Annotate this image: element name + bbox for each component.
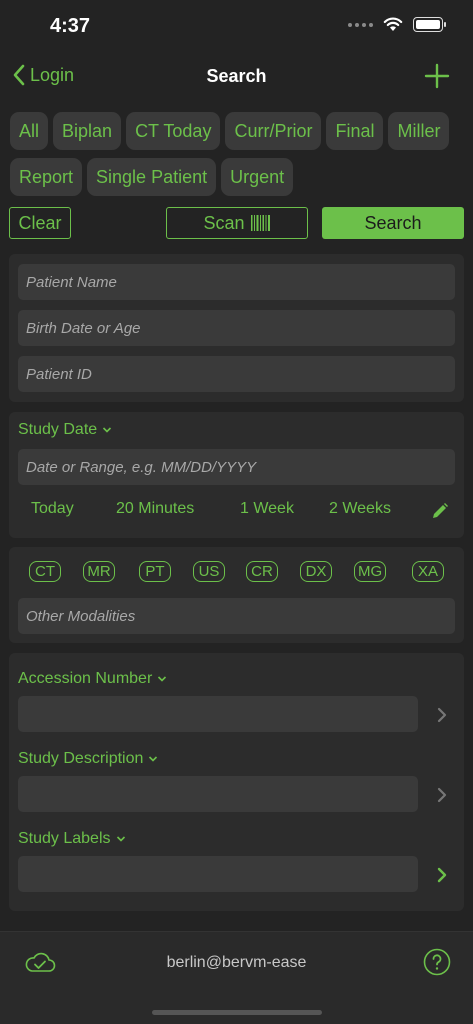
study-date-input[interactable]: Date or Range, e.g. MM/DD/YYYY [18, 449, 455, 485]
modality-mr[interactable]: MR [83, 561, 115, 582]
accession-number-dropdown[interactable]: Accession Number [18, 670, 167, 688]
scan-button[interactable]: Scan [166, 207, 308, 239]
filter-chips-row-2: Report Single Patient Urgent [10, 158, 294, 196]
filter-chip-single-patient[interactable]: Single Patient [87, 158, 217, 196]
barcode-icon [250, 215, 270, 231]
accession-number-input[interactable] [18, 696, 418, 732]
filter-chip-biplan[interactable]: Biplan [53, 112, 122, 150]
study-labels-dropdown[interactable]: Study Labels [18, 830, 126, 848]
other-modalities-input[interactable]: Other Modalities [18, 598, 455, 634]
chevron-right-icon[interactable] [435, 706, 449, 724]
chevron-right-icon[interactable] [435, 866, 449, 884]
chevron-right-icon[interactable] [435, 786, 449, 804]
filter-chip-urgent[interactable]: Urgent [221, 158, 294, 196]
filter-chips-row-1: All Biplan CT Today Curr/Prior Final Mil… [10, 112, 450, 150]
chevron-down-icon [158, 676, 167, 682]
bottom-bar: berlin@bervm-ease [0, 931, 473, 1024]
study-date-panel: Study Date Date or Range, e.g. MM/DD/YYY… [9, 412, 464, 538]
search-button[interactable]: Search [322, 207, 464, 239]
study-labels-input[interactable] [18, 856, 418, 892]
action-row: Clear Scan Search [9, 207, 464, 239]
modality-row: CT MR PT US CR DX MG XA [9, 561, 464, 583]
home-indicator [152, 1010, 322, 1015]
chevron-down-icon [116, 836, 125, 842]
modality-cr[interactable]: CR [246, 561, 278, 582]
status-icons [348, 17, 446, 32]
patient-name-input[interactable]: Patient Name [18, 264, 455, 300]
filter-chip-final[interactable]: Final [326, 112, 384, 150]
birth-date-input[interactable]: Birth Date or Age [18, 310, 455, 346]
filter-chip-report[interactable]: Report [10, 158, 83, 196]
details-panel: Accession Number Study Description Study… [9, 653, 464, 911]
user-account-label: berlin@bervm-ease [166, 954, 307, 971]
modality-mg[interactable]: MG [354, 561, 387, 582]
study-date-label: Study Date [18, 421, 98, 438]
modality-ct[interactable]: CT [29, 561, 61, 582]
navigation-bar: Login Search [0, 56, 473, 100]
study-labels-label: Study Labels [18, 830, 111, 847]
modality-us[interactable]: US [193, 561, 225, 582]
study-date-dropdown[interactable]: Study Date [18, 421, 112, 439]
chevron-down-icon [103, 427, 112, 433]
status-time: 4:37 [50, 15, 91, 37]
study-description-input[interactable] [18, 776, 418, 812]
modality-dx[interactable]: DX [300, 561, 332, 582]
filter-chip-all[interactable]: All [10, 112, 49, 150]
modality-xa[interactable]: XA [412, 561, 444, 582]
quick-date-today[interactable]: Today [31, 500, 74, 518]
quick-date-2-weeks[interactable]: 2 Weeks [329, 500, 391, 518]
filter-chip-ct-today[interactable]: CT Today [126, 112, 221, 150]
patient-panel: Patient Name Birth Date or Age Patient I… [9, 254, 464, 402]
help-icon[interactable] [423, 948, 451, 976]
quick-date-20-minutes[interactable]: 20 Minutes [116, 500, 194, 518]
patient-id-input[interactable]: Patient ID [18, 356, 455, 392]
status-bar: 4:37 [0, 0, 473, 52]
page-title: Search [206, 66, 267, 86]
scan-label: Scan [203, 212, 245, 233]
battery-icon [413, 17, 446, 32]
filter-chip-miller[interactable]: Miller [388, 112, 450, 150]
study-description-label: Study Description [18, 750, 144, 767]
filter-chip-curr-prior[interactable]: Curr/Prior [225, 112, 322, 150]
clear-button[interactable]: Clear [9, 207, 71, 239]
study-description-dropdown[interactable]: Study Description [18, 750, 158, 768]
quick-date-1-week[interactable]: 1 Week [240, 500, 294, 518]
quick-date-row: Today 20 Minutes 1 Week 2 Weeks [9, 500, 464, 524]
pencil-icon[interactable] [431, 502, 449, 520]
modality-pt[interactable]: PT [139, 561, 171, 582]
signal-icon [348, 22, 373, 27]
wifi-icon [383, 17, 403, 31]
modalities-panel: CT MR PT US CR DX MG XA Other Modalities [9, 547, 464, 643]
accession-number-label: Accession Number [18, 670, 153, 687]
plus-icon[interactable] [423, 62, 451, 90]
chevron-down-icon [149, 756, 158, 762]
